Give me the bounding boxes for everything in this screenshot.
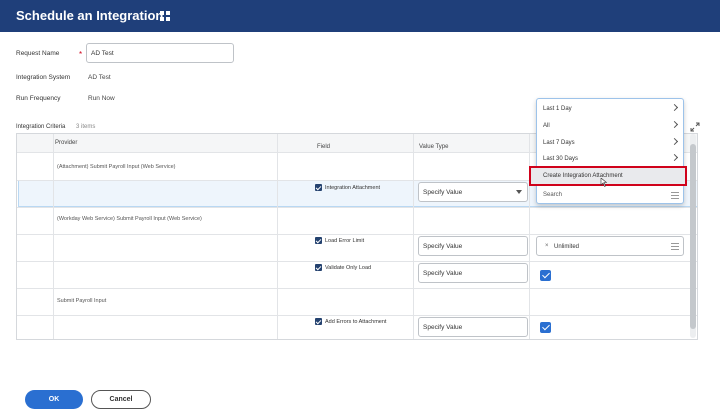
dropdown-item-last-30-days[interactable]: Last 30 Days [537, 151, 683, 167]
provider-row-web-service: (Workday Web Service) Submit Payroll Inp… [57, 216, 202, 222]
dropdown-item-last-1-day[interactable]: Last 1 Day [537, 101, 683, 117]
provider-row-attachment: (Attachment) Submit Payroll Input (Web S… [57, 164, 176, 170]
page-title: Schedule an Integration [16, 8, 164, 23]
integration-system-label: Integration System [16, 74, 71, 81]
validate-only-checkbox[interactable] [540, 270, 551, 281]
scroll-thumb[interactable] [690, 144, 696, 329]
cancel-button[interactable]: Cancel [91, 390, 151, 409]
list-icon[interactable] [671, 192, 679, 199]
provider-row-submit-payroll: Submit Payroll Input [57, 298, 107, 304]
chevron-down-icon [516, 190, 522, 194]
search-input[interactable]: Search [543, 192, 562, 198]
value-type-select[interactable]: Specify Value [418, 182, 528, 202]
field-load-error-limit: Load Error Limit [315, 237, 364, 244]
value-type-input[interactable]: Specify Value [418, 236, 528, 256]
field-integration-attachment: Integration Attachment [315, 184, 380, 191]
items-count: 3 items [76, 124, 96, 130]
integration-criteria-label: Integration Criteria [16, 124, 66, 130]
load-error-limit-value[interactable]: × Unlimited [536, 236, 684, 256]
column-header-field: Field [317, 144, 331, 150]
run-frequency-label: Run Frequency [16, 95, 61, 102]
page-header: Schedule an Integration [0, 0, 720, 32]
dropdown-item-last-7-days[interactable]: Last 7 Days [537, 135, 683, 151]
remove-icon[interactable]: × [545, 243, 549, 249]
integration-system-value: AD Test [88, 74, 111, 81]
value-type-input[interactable]: Specify Value [418, 317, 528, 337]
expand-icon[interactable] [690, 122, 700, 132]
required-marker: * [79, 50, 83, 59]
checkbox-icon [315, 264, 322, 271]
field-validate-only-load: Validate Only Load [315, 264, 371, 271]
mouse-cursor-icon [600, 178, 607, 187]
checkbox-icon [315, 184, 322, 191]
column-header-provider: Provider [55, 140, 78, 146]
field-add-errors: Add Errors to Attachment [315, 318, 386, 325]
dropdown-item-all[interactable]: All [537, 118, 683, 134]
request-name-label: Request Name [16, 50, 60, 57]
checkbox-icon [315, 318, 322, 325]
request-name-input[interactable]: AD Test [86, 43, 234, 63]
related-actions-icon[interactable] [160, 11, 172, 21]
attachment-prompt-dropdown: Last 1 Day All Last 7 Days Last 30 Days … [536, 98, 684, 204]
checkbox-icon [315, 237, 322, 244]
column-header-value-type: Value Type [419, 144, 449, 150]
ok-button[interactable]: OK [25, 390, 83, 409]
dropdown-search[interactable]: Search [537, 185, 683, 203]
add-errors-checkbox[interactable] [540, 322, 551, 333]
create-integration-attachment-option[interactable]: Create Integration Attachment [529, 166, 687, 186]
chevron-right-icon [670, 103, 679, 112]
chevron-right-icon [670, 137, 679, 146]
grid-scrollbar[interactable] [690, 134, 696, 338]
chevron-right-icon [670, 153, 679, 162]
selected-value: Unlimited [554, 243, 580, 250]
run-frequency-value: Run Now [88, 95, 115, 102]
value-type-input[interactable]: Specify Value [418, 263, 528, 283]
chevron-right-icon [670, 120, 679, 129]
list-icon[interactable] [671, 243, 679, 250]
